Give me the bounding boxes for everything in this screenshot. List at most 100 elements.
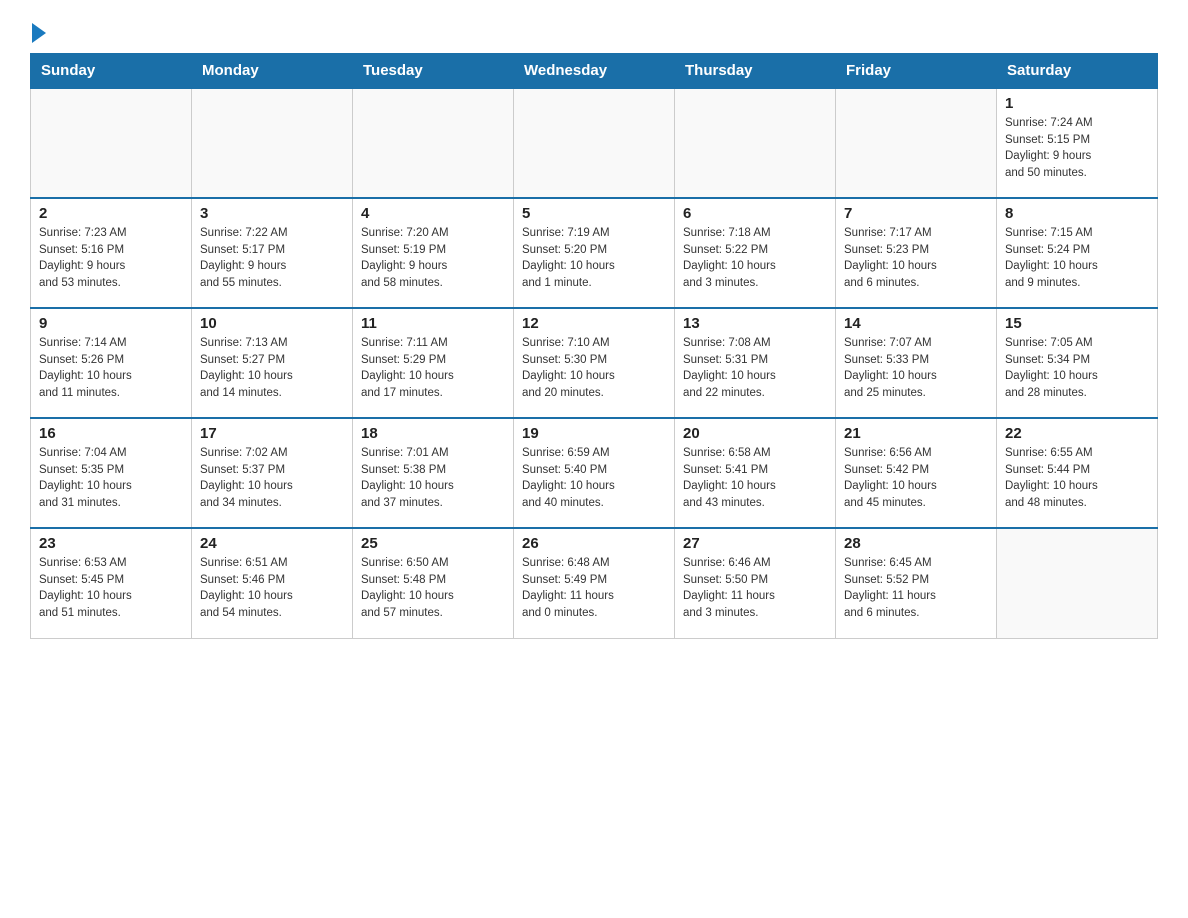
day-info: Sunrise: 7:10 AM Sunset: 5:30 PM Dayligh…: [522, 335, 666, 402]
calendar-cell: [353, 88, 514, 198]
day-info: Sunrise: 7:11 AM Sunset: 5:29 PM Dayligh…: [361, 335, 505, 402]
calendar-cell: 17 Sunrise: 7:02 AM Sunset: 5:37 PM Dayli…: [192, 418, 353, 528]
day-info: Sunrise: 6:48 AM Sunset: 5:49 PM Dayligh…: [522, 555, 666, 622]
day-number: 10: [200, 315, 344, 332]
day-info: Sunrise: 7:18 AM Sunset: 5:22 PM Dayligh…: [683, 225, 827, 292]
calendar-cell: 11 Sunrise: 7:11 AM Sunset: 5:29 PM Dayli…: [353, 308, 514, 418]
day-number: 28: [844, 535, 988, 552]
calendar-cell: 22 Sunrise: 6:55 AM Sunset: 5:44 PM Dayli…: [997, 418, 1158, 528]
calendar-cell: 21 Sunrise: 6:56 AM Sunset: 5:42 PM Dayli…: [836, 418, 997, 528]
day-info: Sunrise: 6:46 AM Sunset: 5:50 PM Dayligh…: [683, 555, 827, 622]
week-row-3: 9 Sunrise: 7:14 AM Sunset: 5:26 PM Daylig…: [31, 308, 1158, 418]
calendar-cell: 13 Sunrise: 7:08 AM Sunset: 5:31 PM Dayli…: [675, 308, 836, 418]
day-number: 27: [683, 535, 827, 552]
calendar-cell: [514, 88, 675, 198]
day-info: Sunrise: 7:17 AM Sunset: 5:23 PM Dayligh…: [844, 225, 988, 292]
calendar-cell: [675, 88, 836, 198]
day-number: 12: [522, 315, 666, 332]
logo-arrow-icon: [32, 23, 46, 43]
day-number: 15: [1005, 315, 1149, 332]
calendar-cell: 24Sunrise: 6:51 AM Sunset: 5:46 PM Dayli…: [192, 528, 353, 638]
day-number: 19: [522, 425, 666, 442]
calendar-table: SundayMondayTuesdayWednesdayThursdayFrid…: [30, 53, 1158, 639]
week-row-1: 1 Sunrise: 7:24 AM Sunset: 5:15 PM Daylig…: [31, 88, 1158, 198]
weekday-header-friday: Friday: [836, 54, 997, 89]
calendar-cell: 9 Sunrise: 7:14 AM Sunset: 5:26 PM Daylig…: [31, 308, 192, 418]
calendar-cell: 6 Sunrise: 7:18 AM Sunset: 5:22 PM Daylig…: [675, 198, 836, 308]
calendar-cell: 18Sunrise: 7:01 AM Sunset: 5:38 PM Dayli…: [353, 418, 514, 528]
calendar-cell: 20 Sunrise: 6:58 AM Sunset: 5:41 PM Dayli…: [675, 418, 836, 528]
calendar-header-row: SundayMondayTuesdayWednesdayThursdayFrid…: [31, 54, 1158, 89]
day-info: Sunrise: 7:15 AM Sunset: 5:24 PM Dayligh…: [1005, 225, 1149, 292]
day-info: Sunrise: 6:50 AM Sunset: 5:48 PM Dayligh…: [361, 555, 505, 622]
weekday-header-thursday: Thursday: [675, 54, 836, 89]
day-number: 6: [683, 205, 827, 222]
day-info: Sunrise: 6:53 AM Sunset: 5:45 PM Dayligh…: [39, 555, 183, 622]
weekday-header-sunday: Sunday: [31, 54, 192, 89]
day-info: Sunrise: 7:23 AM Sunset: 5:16 PM Dayligh…: [39, 225, 183, 292]
day-number: 21: [844, 425, 988, 442]
calendar-cell: 8 Sunrise: 7:15 AM Sunset: 5:24 PM Daylig…: [997, 198, 1158, 308]
calendar-cell: 23 Sunrise: 6:53 AM Sunset: 5:45 PM Dayli…: [31, 528, 192, 638]
week-row-4: 16 Sunrise: 7:04 AM Sunset: 5:35 PM Dayli…: [31, 418, 1158, 528]
day-info: Sunrise: 6:55 AM Sunset: 5:44 PM Dayligh…: [1005, 445, 1149, 512]
day-number: 16: [39, 425, 183, 442]
day-number: 14: [844, 315, 988, 332]
calendar-cell: 28 Sunrise: 6:45 AM Sunset: 5:52 PM Dayli…: [836, 528, 997, 638]
day-number: 13: [683, 315, 827, 332]
calendar-cell: 25 Sunrise: 6:50 AM Sunset: 5:48 PM Dayli…: [353, 528, 514, 638]
calendar-cell: [192, 88, 353, 198]
day-number: 17: [200, 425, 344, 442]
day-info: Sunrise: 7:13 AM Sunset: 5:27 PM Dayligh…: [200, 335, 344, 402]
calendar-cell: 7 Sunrise: 7:17 AM Sunset: 5:23 PM Daylig…: [836, 198, 997, 308]
calendar-cell: 26Sunrise: 6:48 AM Sunset: 5:49 PM Dayli…: [514, 528, 675, 638]
calendar-cell: [997, 528, 1158, 638]
calendar-cell: 15 Sunrise: 7:05 AM Sunset: 5:34 PM Dayli…: [997, 308, 1158, 418]
calendar-cell: 1 Sunrise: 7:24 AM Sunset: 5:15 PM Daylig…: [997, 88, 1158, 198]
weekday-header-wednesday: Wednesday: [514, 54, 675, 89]
week-row-5: 23 Sunrise: 6:53 AM Sunset: 5:45 PM Dayli…: [31, 528, 1158, 638]
day-info: Sunrise: 7:20 AM Sunset: 5:19 PM Dayligh…: [361, 225, 505, 292]
day-number: 4: [361, 205, 505, 222]
day-number: 7: [844, 205, 988, 222]
calendar-cell: 16 Sunrise: 7:04 AM Sunset: 5:35 PM Dayli…: [31, 418, 192, 528]
day-info: Sunrise: 7:22 AM Sunset: 5:17 PM Dayligh…: [200, 225, 344, 292]
day-number: 3: [200, 205, 344, 222]
day-info: Sunrise: 7:19 AM Sunset: 5:20 PM Dayligh…: [522, 225, 666, 292]
day-info: Sunrise: 7:07 AM Sunset: 5:33 PM Dayligh…: [844, 335, 988, 402]
day-number: 23: [39, 535, 183, 552]
calendar-cell: 10 Sunrise: 7:13 AM Sunset: 5:27 PM Dayli…: [192, 308, 353, 418]
day-number: 2: [39, 205, 183, 222]
calendar-cell: 3 Sunrise: 7:22 AM Sunset: 5:17 PM Daylig…: [192, 198, 353, 308]
page-header: [30, 20, 1158, 43]
calendar-cell: 4 Sunrise: 7:20 AM Sunset: 5:19 PM Daylig…: [353, 198, 514, 308]
week-row-2: 2 Sunrise: 7:23 AM Sunset: 5:16 PM Daylig…: [31, 198, 1158, 308]
day-info: Sunrise: 6:56 AM Sunset: 5:42 PM Dayligh…: [844, 445, 988, 512]
weekday-header-tuesday: Tuesday: [353, 54, 514, 89]
day-number: 8: [1005, 205, 1149, 222]
calendar-cell: 27 Sunrise: 6:46 AM Sunset: 5:50 PM Dayli…: [675, 528, 836, 638]
day-number: 25: [361, 535, 505, 552]
calendar-cell: [836, 88, 997, 198]
day-number: 24: [200, 535, 344, 552]
calendar-cell: 5 Sunrise: 7:19 AM Sunset: 5:20 PM Daylig…: [514, 198, 675, 308]
weekday-header-monday: Monday: [192, 54, 353, 89]
day-number: 1: [1005, 95, 1149, 112]
day-info: Sunrise: 6:58 AM Sunset: 5:41 PM Dayligh…: [683, 445, 827, 512]
day-number: 22: [1005, 425, 1149, 442]
day-info: Sunrise: 7:24 AM Sunset: 5:15 PM Dayligh…: [1005, 115, 1149, 182]
day-info: Sunrise: 6:45 AM Sunset: 5:52 PM Dayligh…: [844, 555, 988, 622]
day-info: Sunrise: 7:04 AM Sunset: 5:35 PM Dayligh…: [39, 445, 183, 512]
day-info: Sunrise: 7:14 AM Sunset: 5:26 PM Dayligh…: [39, 335, 183, 402]
day-info: Sunrise: 7:02 AM Sunset: 5:37 PM Dayligh…: [200, 445, 344, 512]
calendar-cell: 19 Sunrise: 6:59 AM Sunset: 5:40 PM Dayli…: [514, 418, 675, 528]
day-info: Sunrise: 7:08 AM Sunset: 5:31 PM Dayligh…: [683, 335, 827, 402]
day-number: 5: [522, 205, 666, 222]
day-number: 11: [361, 315, 505, 332]
day-number: 9: [39, 315, 183, 332]
day-number: 20: [683, 425, 827, 442]
calendar-cell: 12 Sunrise: 7:10 AM Sunset: 5:30 PM Dayli…: [514, 308, 675, 418]
day-info: Sunrise: 7:05 AM Sunset: 5:34 PM Dayligh…: [1005, 335, 1149, 402]
day-info: Sunrise: 6:59 AM Sunset: 5:40 PM Dayligh…: [522, 445, 666, 512]
logo: [30, 20, 46, 43]
